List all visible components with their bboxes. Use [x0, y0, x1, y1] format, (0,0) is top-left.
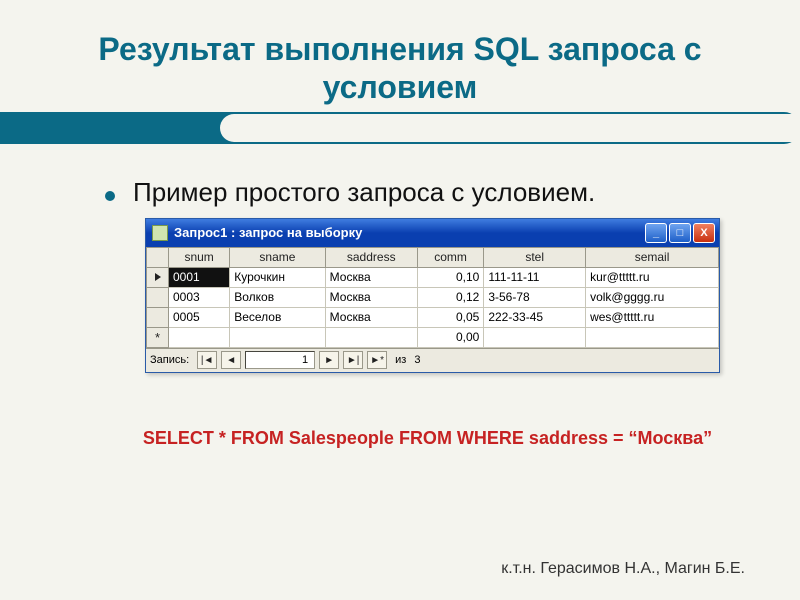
cell-semail[interactable]: [586, 327, 719, 347]
result-grid[interactable]: snum sname saddress comm stel semail 000…: [146, 247, 719, 348]
cell-semail[interactable]: kur@ttttt.ru: [586, 267, 719, 287]
table-row[interactable]: 0005 Веселов Москва 0,05 222-33-45 wes@t…: [147, 307, 719, 327]
cell-stel[interactable]: [484, 327, 586, 347]
nav-next-button[interactable]: ►: [319, 351, 339, 369]
titlebar[interactable]: Запрос1 : запрос на выборку _ □ X: [146, 219, 719, 247]
cell-sname[interactable]: Волков: [230, 287, 325, 307]
cell-saddress[interactable]: Москва: [325, 287, 417, 307]
col-sname[interactable]: sname: [230, 247, 325, 267]
col-comm[interactable]: comm: [417, 247, 484, 267]
cell-comm[interactable]: 0,00: [417, 327, 484, 347]
nav-first-button[interactable]: |◄: [197, 351, 217, 369]
window-buttons: _ □ X: [645, 223, 715, 243]
author-credit: к.т.н. Герасимов Н.А., Магин Б.Е.: [501, 560, 745, 578]
row-selector[interactable]: [147, 307, 169, 327]
slide-title: Результат выполнения SQL запроса с услов…: [50, 30, 750, 107]
access-query-window: Запрос1 : запрос на выборку _ □ X snum s…: [145, 218, 720, 373]
cell-saddress[interactable]: [325, 327, 417, 347]
cell-semail[interactable]: volk@gggg.ru: [586, 287, 719, 307]
cell-snum[interactable]: 0003: [169, 287, 230, 307]
new-row-icon: *: [155, 330, 160, 345]
nav-current-field[interactable]: 1: [245, 351, 315, 369]
nav-of-label: из: [395, 354, 406, 366]
cell-snum[interactable]: 0005: [169, 307, 230, 327]
table-row[interactable]: 0003 Волков Москва 0,12 3-56-78 volk@ggg…: [147, 287, 719, 307]
cell-comm[interactable]: 0,10: [417, 267, 484, 287]
window-title: Запрос1 : запрос на выборку: [174, 225, 645, 240]
cell-sname[interactable]: Курочкин: [230, 267, 325, 287]
cell-snum[interactable]: [169, 327, 230, 347]
table-row[interactable]: 0001 Курочкин Москва 0,10 111-11-11 kur@…: [147, 267, 719, 287]
nav-new-button[interactable]: ►*: [367, 351, 387, 369]
cell-comm[interactable]: 0,12: [417, 287, 484, 307]
new-row[interactable]: * 0,00: [147, 327, 719, 347]
cell-stel[interactable]: 222-33-45: [484, 307, 586, 327]
row-selector[interactable]: [147, 287, 169, 307]
header-row: snum sname saddress comm stel semail: [147, 247, 719, 267]
close-button[interactable]: X: [693, 223, 715, 243]
cell-sname[interactable]: [230, 327, 325, 347]
cell-comm[interactable]: 0,05: [417, 307, 484, 327]
bullet-text: Пример простого запроса с условием.: [133, 177, 595, 208]
row-selector[interactable]: *: [147, 327, 169, 347]
cell-sname[interactable]: Веселов: [230, 307, 325, 327]
cell-snum[interactable]: 0001: [169, 267, 230, 287]
cell-semail[interactable]: wes@ttttt.ru: [586, 307, 719, 327]
col-snum[interactable]: snum: [169, 247, 230, 267]
minimize-button[interactable]: _: [645, 223, 667, 243]
bullet-icon: [105, 191, 115, 201]
bullet-line: Пример простого запроса с условием.: [105, 177, 750, 208]
nav-total: 3: [414, 354, 420, 366]
current-row-icon: [155, 273, 161, 281]
cell-saddress[interactable]: Москва: [325, 267, 417, 287]
sql-statement: SELECT * FROM Salespeople FROM WHERE sad…: [105, 428, 750, 449]
nav-label: Запись:: [150, 354, 189, 366]
cell-stel[interactable]: 111-11-11: [484, 267, 586, 287]
nav-last-button[interactable]: ►|: [343, 351, 363, 369]
accent-band-inner: [220, 114, 800, 142]
maximize-button[interactable]: □: [669, 223, 691, 243]
col-stel[interactable]: stel: [484, 247, 586, 267]
row-selector[interactable]: [147, 267, 169, 287]
col-saddress[interactable]: saddress: [325, 247, 417, 267]
corner-cell[interactable]: [147, 247, 169, 267]
cell-stel[interactable]: 3-56-78: [484, 287, 586, 307]
app-icon: [152, 225, 168, 241]
col-semail[interactable]: semail: [586, 247, 719, 267]
cell-saddress[interactable]: Москва: [325, 307, 417, 327]
record-navigator: Запись: |◄ ◄ 1 ► ►| ►* из 3: [146, 348, 719, 372]
nav-prev-button[interactable]: ◄: [221, 351, 241, 369]
